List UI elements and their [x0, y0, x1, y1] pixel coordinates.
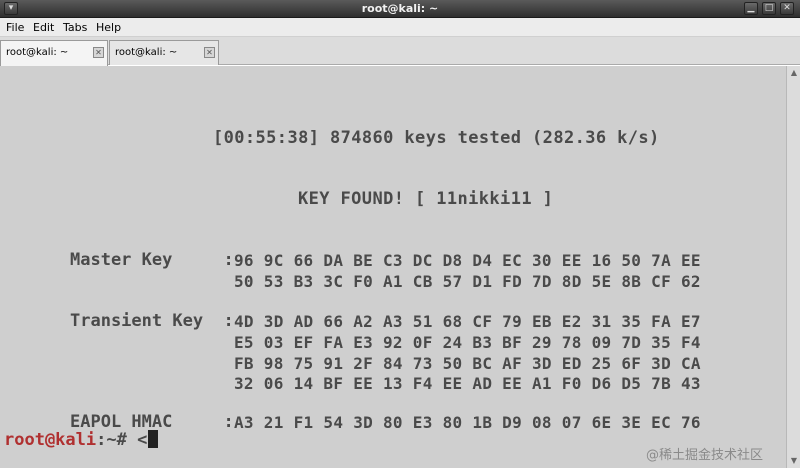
transient-key-line: E5 03 EF FA E3 92 0F 24 B3 BF 29 78 09 7…: [234, 333, 701, 352]
close-button[interactable]: ✕: [780, 2, 794, 15]
tab-close-icon[interactable]: ✕: [93, 47, 104, 58]
master-key-line: 96 9C 66 DA BE C3 DC D8 D4 EC 30 EE 16 5…: [234, 251, 701, 270]
minimize-button[interactable]: ▁: [744, 2, 758, 15]
eapol-hmac-label: EAPOL HMAC :: [70, 412, 234, 432]
status-line: [00:55:38] 874860 keys tested (282.36 k/…: [213, 128, 660, 148]
vertical-scrollbar[interactable]: ▲ ▼: [786, 66, 800, 468]
maximize-button[interactable]: □: [762, 2, 776, 15]
menu-edit[interactable]: Edit: [33, 21, 54, 34]
eapol-hmac-line: A3 21 F1 54 3D 80 E3 80 1B D9 08 07 6E 3…: [234, 413, 701, 432]
transient-key-line: 32 06 14 BF EE 13 F4 EE AD EE A1 F0 D6 D…: [234, 374, 701, 393]
menu-file[interactable]: File: [6, 21, 24, 34]
shell-prompt[interactable]: root@kali:~# <: [4, 430, 159, 450]
menu-tabs[interactable]: Tabs: [63, 21, 87, 34]
tab-terminal-1[interactable]: root@kali: ~ ✕: [0, 40, 108, 66]
prompt-text: :~# <: [96, 430, 148, 450]
tab-terminal-2[interactable]: root@kali: ~ ✕: [109, 40, 219, 65]
menu-help[interactable]: Help: [96, 21, 121, 34]
key-found-line: KEY FOUND! [ 11nikki11 ]: [298, 189, 554, 209]
tab-close-icon[interactable]: ✕: [204, 47, 215, 58]
scroll-up-icon[interactable]: ▲: [789, 68, 799, 78]
window-title: root@kali: ~: [361, 2, 439, 15]
text-cursor: [148, 430, 159, 448]
transient-key-label: Transient Key :: [70, 311, 234, 331]
terminal-view[interactable]: [00:55:38] 874860 keys tested (282.36 k/…: [0, 66, 786, 468]
menu-bar: File Edit Tabs Help: [0, 18, 800, 37]
watermark-text: @稀土掘金技术社区: [646, 448, 764, 463]
tab-label: root@kali: ~: [6, 47, 69, 58]
title-bar[interactable]: ▾ root@kali: ~ ▁ □ ✕: [0, 0, 800, 18]
prompt-user: root@kali: [4, 430, 97, 450]
scroll-down-icon[interactable]: ▼: [789, 456, 799, 466]
transient-key-line: FB 98 75 91 2F 84 73 50 BC AF 3D ED 25 6…: [234, 354, 701, 373]
master-key-label: Master Key :: [70, 250, 234, 270]
transient-key-line: 4D 3D AD 66 A2 A3 51 68 CF 79 EB E2 31 3…: [234, 312, 701, 331]
tab-label: root@kali: ~: [115, 47, 178, 58]
tab-bar: root@kali: ~ ✕ root@kali: ~ ✕: [0, 37, 800, 66]
master-key-line: 50 53 B3 3C F0 A1 CB 57 D1 FD 7D 8D 5E 8…: [234, 272, 701, 291]
